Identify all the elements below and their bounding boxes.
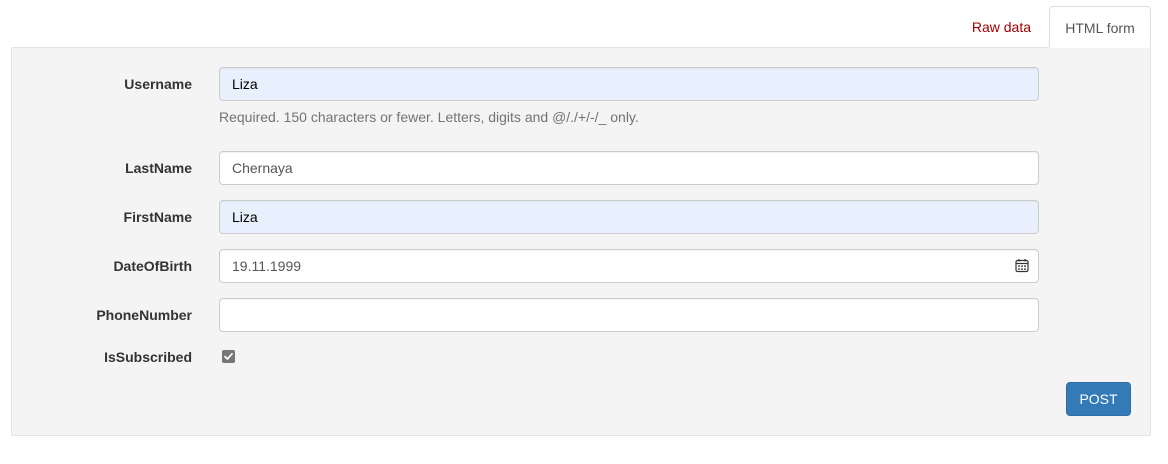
date-of-birth-input[interactable]: 19.11.1999 [219,249,1039,283]
username-input[interactable]: Liza [219,67,1039,101]
post-button[interactable]: POST [1066,382,1131,416]
tab-html-form[interactable]: HTML form [1049,6,1151,48]
is-subscribed-checkbox[interactable] [222,350,235,363]
phone-number-input[interactable] [219,298,1039,332]
date-of-birth-label: DateOfBirth [113,258,192,274]
page: Raw data HTML form Username Liza Require… [0,0,1168,464]
calendar-icon[interactable] [1015,258,1029,273]
phone-number-label: PhoneNumber [96,307,192,323]
date-of-birth-value: 19.11.1999 [232,258,302,274]
checkmark-icon [224,352,233,360]
format-tabs: Raw data HTML form [958,6,1151,48]
first-name-input[interactable]: Liza [219,200,1039,234]
last-name-input[interactable]: Chernaya [219,151,1039,185]
first-name-label: FirstName [123,209,192,225]
is-subscribed-label: IsSubscribed [104,349,192,365]
last-name-label: LastName [125,160,192,176]
username-label: Username [124,76,192,92]
form-panel: Username Liza Required. 150 characters o… [11,47,1151,436]
username-help-text: Required. 150 characters or fewer. Lette… [219,109,639,125]
tab-raw-data[interactable]: Raw data [958,6,1047,48]
